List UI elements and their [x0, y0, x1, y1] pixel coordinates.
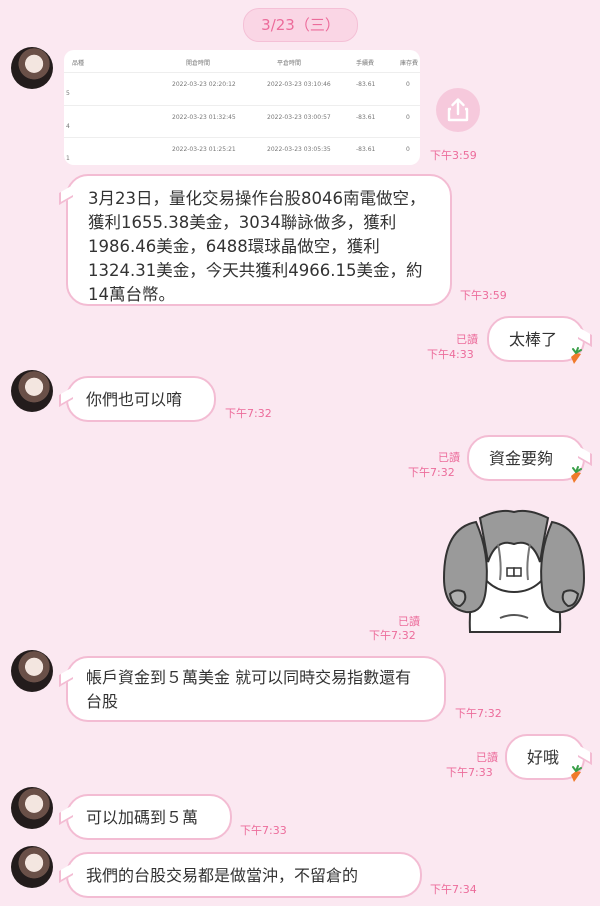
- timestamp: 下午4:33: [427, 348, 474, 361]
- table-cell: -83.61: [356, 146, 376, 153]
- message-bubble[interactable]: 帳戶資金到５萬美金 就可以同時交易指數還有台股: [66, 656, 446, 722]
- table-cell: 2022-03-23 03:05:35: [267, 146, 331, 153]
- message-bubble[interactable]: 3月23日，量化交易操作台股8046南電做空，獲利1655.38美金，3034聯…: [66, 174, 452, 306]
- table-screenshot-image[interactable]: 品種 開倉時間 平倉時間 手續費 庫存費 5 2022-03-23 02:20:…: [64, 50, 420, 165]
- timestamp: 下午7:32: [225, 407, 272, 420]
- read-receipt: 已讀: [456, 333, 478, 346]
- table-cell: 1: [66, 155, 70, 162]
- message-text: 帳戶資金到５萬美金 就可以同時交易指數還有台股: [86, 668, 412, 711]
- timestamp: 下午7:33: [446, 766, 493, 779]
- timestamp: 下午3:59: [460, 289, 507, 302]
- table-header: 手續費: [356, 60, 375, 67]
- avatar[interactable]: [11, 787, 53, 829]
- table-cell: 0: [406, 81, 410, 88]
- table-cell: 0: [406, 146, 410, 153]
- read-receipt: 已讀: [438, 451, 460, 464]
- date-chip: 3/23（三）: [243, 8, 358, 42]
- message-text: 3月23日，量化交易操作台股8046南電做空，獲利1655.38美金，3034聯…: [88, 189, 426, 304]
- carrot-icon: [571, 765, 582, 782]
- table-cell: 2022-03-23 03:00:57: [267, 114, 331, 121]
- table-cell: 5: [66, 90, 70, 97]
- message-text: 可以加碼到５萬: [86, 808, 199, 827]
- table-cell: -83.61: [356, 114, 376, 121]
- timestamp: 下午7:32: [455, 707, 502, 720]
- table-cell: 2022-03-23 02:20:12: [172, 81, 236, 88]
- avatar[interactable]: [11, 650, 53, 692]
- share-icon: [447, 98, 469, 122]
- rabbit-sticker[interactable]: [440, 508, 588, 634]
- table-cell: 2022-03-23 03:10:46: [267, 81, 331, 88]
- message-bubble[interactable]: 你們也可以唷: [66, 376, 216, 422]
- table-header: 平倉時間: [277, 60, 302, 67]
- avatar[interactable]: [11, 846, 53, 888]
- table-cell: 2022-03-23 01:25:21: [172, 146, 236, 153]
- timestamp: 下午7:34: [430, 883, 477, 896]
- table-header: 品種: [72, 60, 85, 67]
- message-bubble[interactable]: 可以加碼到５萬: [66, 794, 232, 840]
- table-cell: 0: [406, 114, 410, 121]
- timestamp: 下午7:33: [240, 824, 287, 837]
- share-button[interactable]: [436, 88, 480, 132]
- table-cell: -83.61: [356, 81, 376, 88]
- carrot-icon: [571, 347, 582, 364]
- avatar[interactable]: [11, 370, 53, 412]
- table-header: 庫存費: [400, 60, 419, 67]
- read-receipt: 已讀: [476, 751, 498, 764]
- table-cell: 4: [66, 123, 70, 130]
- message-text: 你們也可以唷: [86, 390, 183, 409]
- message-text: 我們的台股交易都是做當沖，不留倉的: [86, 866, 359, 885]
- timestamp: 下午7:32: [408, 466, 455, 479]
- timestamp: 下午7:32: [369, 629, 416, 642]
- table-header: 開倉時間: [186, 60, 211, 67]
- carrot-icon: [571, 466, 582, 483]
- avatar[interactable]: [11, 47, 53, 89]
- timestamp: 下午3:59: [430, 149, 477, 162]
- table-cell: 2022-03-23 01:32:45: [172, 114, 236, 121]
- message-text: 資金要夠: [489, 449, 554, 468]
- message-bubble[interactable]: 我們的台股交易都是做當沖，不留倉的: [66, 852, 422, 898]
